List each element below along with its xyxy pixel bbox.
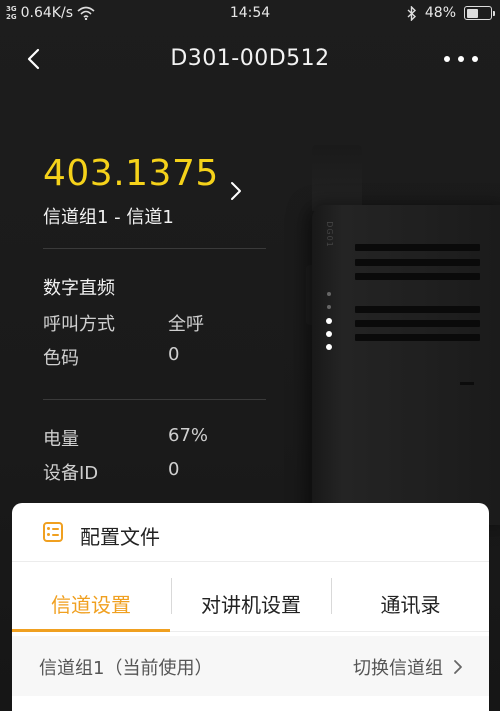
file-icon-line (52, 533, 59, 536)
device-led (326, 344, 332, 350)
status-right: 48% (407, 5, 495, 21)
status-bar: 3G 2G 0.64K/s 14:54 48% (0, 0, 500, 28)
file-icon-dot (47, 533, 50, 536)
nav-bar: D301-00D512 (0, 36, 500, 82)
file-icon-line (52, 527, 59, 530)
device-led (326, 331, 332, 337)
battery-icon (464, 6, 495, 20)
call-mode-label: 呼叫方式 (43, 314, 115, 335)
call-mode-value: 全呼 (168, 314, 204, 335)
device-slot (460, 382, 474, 385)
more-dot-icon (444, 56, 450, 62)
color-code-value: 0 (168, 344, 180, 365)
battery-label: 电量 (43, 429, 79, 450)
sheet-title: 配置文件 (80, 525, 160, 549)
channel-label: 信道组1 - 信道1 (43, 207, 174, 228)
active-tab-indicator (12, 629, 170, 632)
battery-fill (466, 8, 478, 18)
current-group-label: 信道组1（当前使用） (39, 658, 213, 679)
tab-contacts[interactable]: 通讯录 (332, 567, 489, 639)
battery-percent: 48% (424, 5, 456, 21)
device-brand-label: DG01 (324, 221, 334, 248)
channel-group-row: 信道组1（当前使用） 切换信道组 (12, 636, 489, 696)
mode-label: 数字直频 (43, 278, 115, 299)
frequency-detail-button[interactable] (229, 181, 243, 201)
divider (12, 561, 489, 562)
app-screen: 3G 2G 0.64K/s 14:54 48% D301-00D512 DG01… (0, 0, 500, 711)
speaker-grille (355, 244, 480, 251)
device-led (327, 292, 331, 296)
speaker-grille (355, 259, 480, 266)
speaker-grille (355, 334, 480, 341)
battery-value: 67% (168, 425, 209, 446)
switch-group-label: 切换信道组 (353, 658, 443, 679)
divider (43, 399, 266, 400)
more-menu-button[interactable] (444, 48, 478, 70)
color-code-label: 色码 (43, 348, 79, 369)
speaker-grille (355, 273, 480, 280)
more-dot-icon (458, 56, 464, 62)
device-led (326, 318, 332, 324)
device-body (312, 205, 500, 525)
switch-group-button[interactable]: 切换信道组 (353, 654, 463, 680)
speaker-grille (355, 306, 480, 313)
device-antenna (312, 145, 362, 211)
page-title: D301-00D512 (170, 46, 330, 71)
frequency-display[interactable]: 403.1375 (43, 152, 219, 196)
speaker-grille (355, 320, 480, 327)
chevron-right-icon (454, 660, 462, 674)
bluetooth-icon (407, 5, 416, 21)
config-file-icon (43, 522, 63, 542)
config-sheet: 配置文件 信道设置 对讲机设置 通讯录 信道组1（当前使用） 切换信道组 (12, 503, 489, 711)
divider (43, 248, 266, 249)
device-id-label: 设备ID (43, 463, 99, 484)
device-led (327, 305, 331, 309)
sheet-header: 配置文件 (12, 503, 489, 561)
tab-radio-settings[interactable]: 对讲机设置 (172, 567, 330, 639)
device-id-value: 0 (168, 459, 180, 480)
more-dot-icon (472, 56, 478, 62)
chevron-right-icon (231, 182, 241, 200)
file-icon-dot (47, 527, 50, 530)
frequency-value: 403.1375 (43, 153, 219, 194)
